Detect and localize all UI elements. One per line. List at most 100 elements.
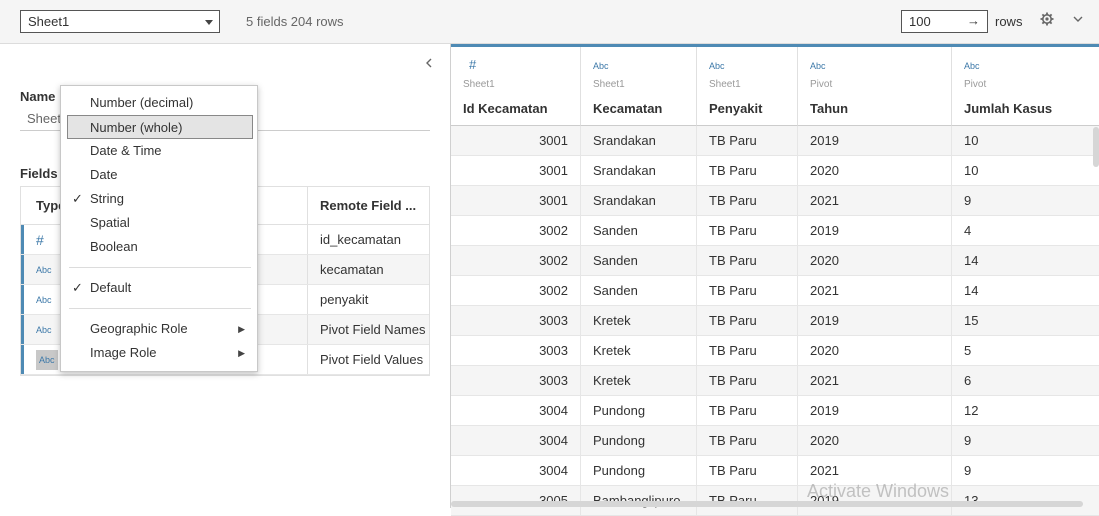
table-cell: Srandakan bbox=[581, 126, 697, 156]
table-cell: TB Paru bbox=[697, 186, 798, 216]
menu-item-spatial[interactable]: Spatial bbox=[61, 211, 259, 235]
column-source: Pivot bbox=[810, 79, 833, 90]
table-cell: 3001 bbox=[451, 126, 581, 156]
table-cell: 3001 bbox=[451, 156, 581, 186]
name-field-value: Sheet bbox=[27, 111, 61, 126]
table-cell: TB Paru bbox=[697, 306, 798, 336]
table-cell: 3002 bbox=[451, 276, 581, 306]
column-source: Sheet1 bbox=[463, 79, 495, 90]
check-icon: ✓ bbox=[72, 280, 83, 295]
table-cell: 14 bbox=[952, 246, 1099, 276]
table-cell: 2020 bbox=[798, 246, 952, 276]
menu-item-image-role[interactable]: Image Role ▶ bbox=[61, 341, 259, 365]
number-type-icon[interactable]: # bbox=[469, 57, 476, 72]
rows-input-value: 100 bbox=[909, 14, 931, 29]
remote-field-name: Pivot Field Values bbox=[307, 345, 429, 374]
table-cell: TB Paru bbox=[697, 456, 798, 486]
grid-column-header[interactable]: Abc Pivot Tahun bbox=[798, 47, 952, 126]
menu-item-number-decimal[interactable]: Number (decimal) bbox=[61, 91, 259, 115]
menu-item-default[interactable]: ✓ Default bbox=[61, 276, 259, 300]
table-cell: 2019 bbox=[798, 306, 952, 336]
number-type-icon[interactable]: # bbox=[36, 232, 44, 248]
column-name[interactable]: Tahun bbox=[810, 101, 848, 116]
remote-field-name: penyakit bbox=[307, 285, 429, 314]
table-cell: Pundong bbox=[581, 396, 697, 426]
horizontal-scrollbar[interactable] bbox=[451, 501, 1083, 507]
remote-field-column-header[interactable]: Remote Field ... bbox=[307, 187, 429, 224]
string-type-icon[interactable]: Abc bbox=[964, 61, 980, 71]
data-type-menu: Number (decimal) Number (whole) Date & T… bbox=[60, 85, 258, 372]
table-cell: 3004 bbox=[451, 456, 581, 486]
string-type-icon[interactable]: Abc bbox=[36, 325, 52, 335]
table-cell: 15 bbox=[952, 306, 1099, 336]
submenu-arrow-icon: ▶ bbox=[238, 324, 245, 334]
table-cell: Kretek bbox=[581, 306, 697, 336]
sheet-select[interactable]: Sheet1 bbox=[20, 10, 220, 33]
table-cell: Srandakan bbox=[581, 156, 697, 186]
table-row: 3003 Kretek TB Paru 2019 15 bbox=[451, 306, 1099, 336]
column-source: Sheet1 bbox=[593, 79, 625, 90]
sheet-select-value: Sheet1 bbox=[28, 14, 70, 29]
grid-column-header[interactable]: Abc Sheet1 Penyakit bbox=[697, 47, 798, 126]
table-cell: 2020 bbox=[798, 156, 952, 186]
table-cell: 12 bbox=[952, 396, 1099, 426]
table-row: 3002 Sanden TB Paru 2021 14 bbox=[451, 276, 1099, 306]
activate-windows-watermark: Activate Windows bbox=[807, 481, 950, 501]
table-cell: 4 bbox=[952, 216, 1099, 246]
string-type-icon[interactable]: Abc bbox=[36, 265, 52, 275]
table-cell: Kretek bbox=[581, 366, 697, 396]
table-cell: 3003 bbox=[451, 336, 581, 366]
table-cell: Pundong bbox=[581, 426, 697, 456]
table-cell: 2019 bbox=[798, 396, 952, 426]
column-name[interactable]: Kecamatan bbox=[593, 101, 662, 116]
table-cell: 3004 bbox=[451, 396, 581, 426]
table-cell: 10 bbox=[952, 156, 1099, 186]
chevron-down-icon[interactable] bbox=[1072, 12, 1084, 28]
table-cell: 14 bbox=[952, 276, 1099, 306]
string-type-icon[interactable]: Abc bbox=[810, 61, 826, 71]
gear-icon[interactable] bbox=[1040, 12, 1056, 30]
table-row: 3003 Kretek TB Paru 2021 6 bbox=[451, 366, 1099, 396]
table-row: 3004 Pundong TB Paru 2020 9 bbox=[451, 426, 1099, 456]
vertical-scrollbar[interactable] bbox=[1093, 127, 1099, 167]
menu-item-geographic-role[interactable]: Geographic Role ▶ bbox=[61, 317, 259, 341]
menu-item-date[interactable]: Date bbox=[61, 163, 259, 187]
table-cell: 3003 bbox=[451, 366, 581, 396]
table-cell: Pundong bbox=[581, 456, 697, 486]
table-cell: Srandakan bbox=[581, 186, 697, 216]
table-cell: TB Paru bbox=[697, 246, 798, 276]
grid-column-header[interactable]: Abc Pivot Jumlah Kasus bbox=[952, 47, 1099, 126]
column-name[interactable]: Jumlah Kasus bbox=[964, 101, 1052, 116]
menu-item-date-time[interactable]: Date & Time bbox=[61, 139, 259, 163]
menu-item-boolean[interactable]: Boolean bbox=[61, 235, 259, 259]
column-name[interactable]: Penyakit bbox=[709, 101, 762, 116]
table-cell: 10 bbox=[952, 126, 1099, 156]
menu-item-number-whole[interactable]: Number (whole) bbox=[67, 115, 253, 139]
string-type-icon[interactable]: Abc bbox=[709, 61, 725, 71]
column-source: Sheet1 bbox=[709, 79, 741, 90]
remote-field-name: kecamatan bbox=[307, 255, 429, 284]
table-row: 3001 Srandakan TB Paru 2020 10 bbox=[451, 156, 1099, 186]
column-name[interactable]: Id Kecamatan bbox=[463, 101, 548, 116]
submenu-arrow-icon: ▶ bbox=[238, 348, 245, 358]
chevron-left-icon[interactable] bbox=[424, 56, 434, 73]
string-type-icon[interactable]: Abc bbox=[36, 349, 58, 370]
table-cell: 3002 bbox=[451, 246, 581, 276]
table-cell: 9 bbox=[952, 186, 1099, 216]
table-cell: TB Paru bbox=[697, 336, 798, 366]
rows-input[interactable]: 100 → bbox=[901, 10, 988, 33]
string-type-icon[interactable]: Abc bbox=[36, 295, 52, 305]
menu-item-string[interactable]: ✓ String bbox=[61, 187, 259, 211]
table-row: 3002 Sanden TB Paru 2020 14 bbox=[451, 246, 1099, 276]
string-type-icon[interactable]: Abc bbox=[593, 61, 609, 71]
grid-column-header[interactable]: Abc Sheet1 Kecamatan bbox=[581, 47, 697, 126]
arrow-right-icon[interactable]: → bbox=[967, 13, 980, 28]
table-row: 3003 Kretek TB Paru 2020 5 bbox=[451, 336, 1099, 366]
table-cell: 2019 bbox=[798, 126, 952, 156]
grid-column-header[interactable]: # Sheet1 Id Kecamatan bbox=[451, 47, 581, 126]
table-row: 3002 Sanden TB Paru 2019 4 bbox=[451, 216, 1099, 246]
table-cell: 9 bbox=[952, 456, 1099, 486]
data-grid: # Sheet1 Id Kecamatan Abc Sheet1 Kecamatan Abc… bbox=[450, 44, 1099, 516]
table-cell: TB Paru bbox=[697, 366, 798, 396]
table-cell: 3003 bbox=[451, 306, 581, 336]
